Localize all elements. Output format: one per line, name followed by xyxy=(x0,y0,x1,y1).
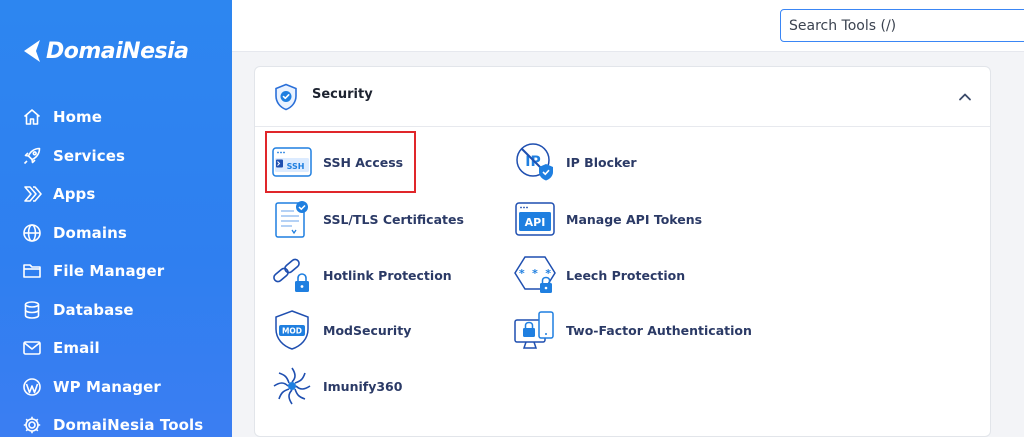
gear-icon xyxy=(23,417,41,434)
sidebar-nav: Home Services Apps Domains File Manager xyxy=(22,98,203,437)
tool-ip-blocker[interactable]: IP IP Blocker xyxy=(513,140,637,184)
brand-logo[interactable]: DomaiNesia xyxy=(22,38,189,64)
svg-text:IP: IP xyxy=(525,154,540,170)
sidebar-item-home[interactable]: Home xyxy=(22,98,203,137)
sidebar-item-domains[interactable]: Domains xyxy=(22,214,203,253)
sidebar: DomaiNesia Home Services Apps Domains Fi… xyxy=(0,0,232,437)
tool-manage-api-tokens[interactable]: API Manage API Tokens xyxy=(513,197,702,241)
sidebar-item-label: Home xyxy=(53,108,103,127)
sidebar-item-services[interactable]: Services xyxy=(22,137,203,176)
search-input[interactable] xyxy=(780,9,1024,42)
database-icon xyxy=(24,300,40,319)
folder-icon xyxy=(23,264,41,279)
tool-label: ModSecurity xyxy=(323,322,412,338)
certificate-icon xyxy=(275,201,308,238)
sidebar-item-label: Services xyxy=(53,146,126,165)
tool-leech-protection[interactable]: * * * Leech Protection xyxy=(513,253,685,297)
tool-ssl-tls-certificates[interactable]: SSL/TLS Certificates xyxy=(270,197,464,241)
ssh-access-highlight-box xyxy=(265,131,416,193)
tool-imunify360[interactable]: Imunify360 xyxy=(270,364,402,408)
sidebar-item-domainesia-tools[interactable]: DomaiNesia Tools xyxy=(22,406,203,437)
sidebar-item-email[interactable]: Email xyxy=(22,329,203,368)
sidebar-item-label: Apps xyxy=(53,185,96,204)
tool-hotlink-protection[interactable]: Hotlink Protection xyxy=(270,253,452,297)
sidebar-item-file-manager[interactable]: File Manager xyxy=(22,252,203,291)
logo-mark-icon xyxy=(24,40,40,62)
tool-label: Manage API Tokens xyxy=(566,211,703,227)
link-lock-icon xyxy=(273,258,309,292)
sidebar-item-label: Email xyxy=(53,339,100,358)
imunify-icon xyxy=(273,367,311,405)
home-icon xyxy=(23,109,41,126)
svg-text:MOD: MOD xyxy=(282,327,302,336)
tool-label: Imunify360 xyxy=(323,378,403,394)
apps-chevron-icon xyxy=(24,186,42,203)
shield-check-icon xyxy=(275,83,297,111)
sidebar-item-label: DomaiNesia Tools xyxy=(53,416,204,435)
sidebar-item-wp-manager[interactable]: WP Manager xyxy=(22,368,203,407)
brand-name: DomaiNesia xyxy=(46,38,189,64)
chevron-up-icon[interactable] xyxy=(956,88,974,106)
tool-label: Leech Protection xyxy=(566,267,686,283)
panel-title: Security xyxy=(312,87,373,102)
tool-label: SSL/TLS Certificates xyxy=(323,211,464,227)
top-bar xyxy=(232,0,1024,52)
tool-modsecurity[interactable]: MOD ModSecurity xyxy=(270,308,411,352)
api-icon: API xyxy=(515,202,555,236)
tool-two-factor-authentication[interactable]: Two-Factor Authentication xyxy=(513,308,752,352)
password-lock-icon: * * * xyxy=(514,256,556,293)
tool-label: Hotlink Protection xyxy=(323,267,452,283)
sidebar-item-label: File Manager xyxy=(53,262,165,281)
panel-header[interactable]: Security xyxy=(255,67,990,127)
svg-text:API: API xyxy=(525,216,546,229)
tool-label: Two-Factor Authentication xyxy=(566,322,752,338)
sidebar-item-database[interactable]: Database xyxy=(22,291,203,330)
envelope-icon xyxy=(23,341,41,356)
two-factor-icon xyxy=(514,311,554,349)
ip-blocker-icon: IP xyxy=(516,143,553,181)
globe-icon xyxy=(23,223,41,242)
sidebar-item-label: Database xyxy=(53,300,134,319)
sidebar-item-label: Domains xyxy=(53,223,127,242)
rocket-icon xyxy=(23,147,41,164)
sidebar-item-label: WP Manager xyxy=(53,377,161,396)
sidebar-item-apps[interactable]: Apps xyxy=(22,175,203,214)
modsecurity-shield-icon: MOD xyxy=(275,310,309,350)
wordpress-icon xyxy=(23,377,41,396)
tool-label: IP Blocker xyxy=(566,154,637,170)
